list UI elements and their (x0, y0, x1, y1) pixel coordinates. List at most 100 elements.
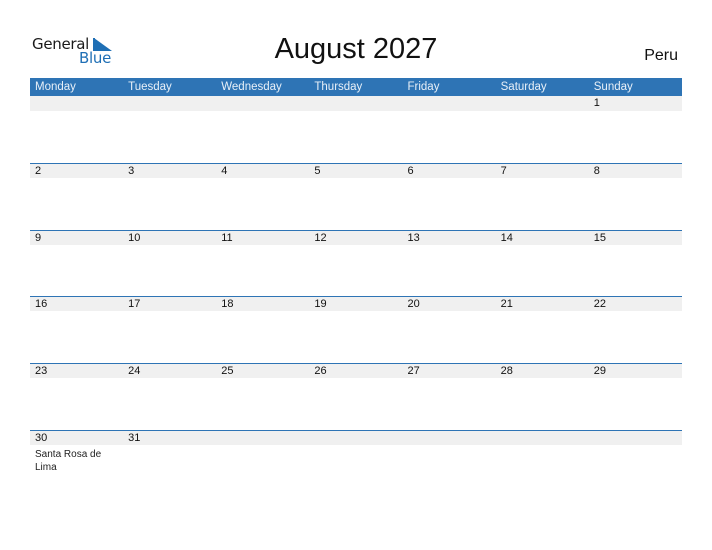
holiday-label (309, 178, 402, 181)
day-number (216, 431, 309, 445)
holiday-label (496, 378, 589, 381)
holiday-label (123, 378, 216, 381)
holiday-label (30, 178, 123, 181)
holiday-label (30, 245, 123, 248)
day-number (403, 431, 496, 445)
weekday-monday: Monday (35, 81, 76, 93)
weekday-wednesday: Wednesday (221, 81, 282, 93)
day-number: 5 (314, 165, 321, 177)
day-number: 26 (314, 365, 327, 377)
holiday-label (589, 311, 682, 314)
day-number: 28 (500, 365, 513, 377)
day-number: 9 (35, 232, 42, 244)
day-number (496, 96, 589, 111)
day-number: 17 (128, 298, 141, 310)
day-number (309, 96, 402, 111)
day-number: 15 (593, 232, 606, 244)
day-number: 6 (407, 165, 414, 177)
holiday-label (216, 178, 309, 181)
day-number (216, 96, 309, 111)
holiday-label (403, 445, 496, 474)
holiday-label (496, 445, 589, 474)
holiday-label (309, 245, 402, 248)
holiday-label (30, 111, 123, 114)
holiday-label (30, 378, 123, 381)
day-number (30, 96, 123, 111)
holiday-label (30, 311, 123, 314)
events-row (30, 378, 682, 381)
holiday-label (589, 445, 682, 474)
events-row (30, 311, 682, 314)
day-number (403, 96, 496, 111)
day-number: 4 (221, 165, 228, 177)
day-number: 22 (593, 298, 606, 310)
day-number: 27 (407, 365, 420, 377)
day-number (496, 431, 589, 445)
day-number: 19 (314, 298, 327, 310)
day-number: 20 (407, 298, 420, 310)
holiday-label (123, 178, 216, 181)
week-row: 16 17 18 19 20 21 22 (30, 296, 682, 314)
country-label: Peru (644, 47, 678, 64)
week-row: 2 3 4 5 6 7 8 (30, 163, 682, 181)
holiday-label (216, 111, 309, 114)
date-strip: 1 (30, 96, 682, 111)
day-number: 2 (35, 165, 42, 177)
holiday-label (589, 178, 682, 181)
holiday-label (216, 378, 309, 381)
holiday-label (309, 111, 402, 114)
holiday-label (216, 311, 309, 314)
holiday-label (403, 378, 496, 381)
week-row: 23 24 25 26 27 28 29 (30, 363, 682, 381)
holiday-label (403, 111, 496, 114)
week-row: 9 10 11 12 13 14 15 (30, 230, 682, 248)
week-row: 1 (30, 96, 682, 114)
date-strip: 23 24 25 26 27 28 29 (30, 363, 682, 378)
holiday-label (403, 245, 496, 248)
events-row (30, 178, 682, 181)
events-row (30, 245, 682, 248)
holiday-label (496, 311, 589, 314)
day-number: 31 (128, 432, 141, 444)
day-number: 23 (35, 365, 48, 377)
day-number: 12 (314, 232, 327, 244)
date-strip: 30 31 (30, 430, 682, 445)
day-number: 21 (500, 298, 513, 310)
holiday-label (309, 378, 402, 381)
holiday-label (496, 111, 589, 114)
weekday-friday: Friday (407, 81, 440, 93)
weekday-saturday: Saturday (500, 81, 547, 93)
day-number: 16 (35, 298, 48, 310)
day-number: 24 (128, 365, 141, 377)
day-number (589, 431, 682, 445)
holiday-label (403, 311, 496, 314)
day-number: 11 (221, 232, 233, 244)
day-number: 8 (593, 165, 600, 177)
day-number: 7 (500, 165, 507, 177)
holiday-label (589, 378, 682, 381)
day-number (123, 96, 216, 111)
holiday-label (123, 311, 216, 314)
weekday-header: Monday Tuesday Wednesday Thursday Friday… (30, 78, 682, 96)
holiday-label (496, 245, 589, 248)
weekday-tuesday: Tuesday (128, 81, 172, 93)
date-strip: 16 17 18 19 20 21 22 (30, 296, 682, 311)
holiday-label (589, 111, 682, 114)
date-strip: 2 3 4 5 6 7 8 (30, 163, 682, 178)
day-number: 30 (35, 432, 48, 444)
day-number: 25 (221, 365, 234, 377)
holiday-label (216, 245, 309, 248)
events-row: Santa Rosa de Lima (30, 445, 682, 474)
holiday-label (216, 445, 309, 474)
holiday-label (496, 178, 589, 181)
day-number: 10 (128, 232, 141, 244)
date-strip: 9 10 11 12 13 14 15 (30, 230, 682, 245)
holiday-label (589, 245, 682, 248)
calendar-title: August 2027 (274, 33, 438, 65)
events-row (30, 111, 682, 114)
holiday-label (309, 311, 402, 314)
day-number: 1 (593, 97, 600, 109)
day-number: 29 (593, 365, 606, 377)
holiday-label (123, 245, 216, 248)
holiday-label (309, 445, 402, 474)
